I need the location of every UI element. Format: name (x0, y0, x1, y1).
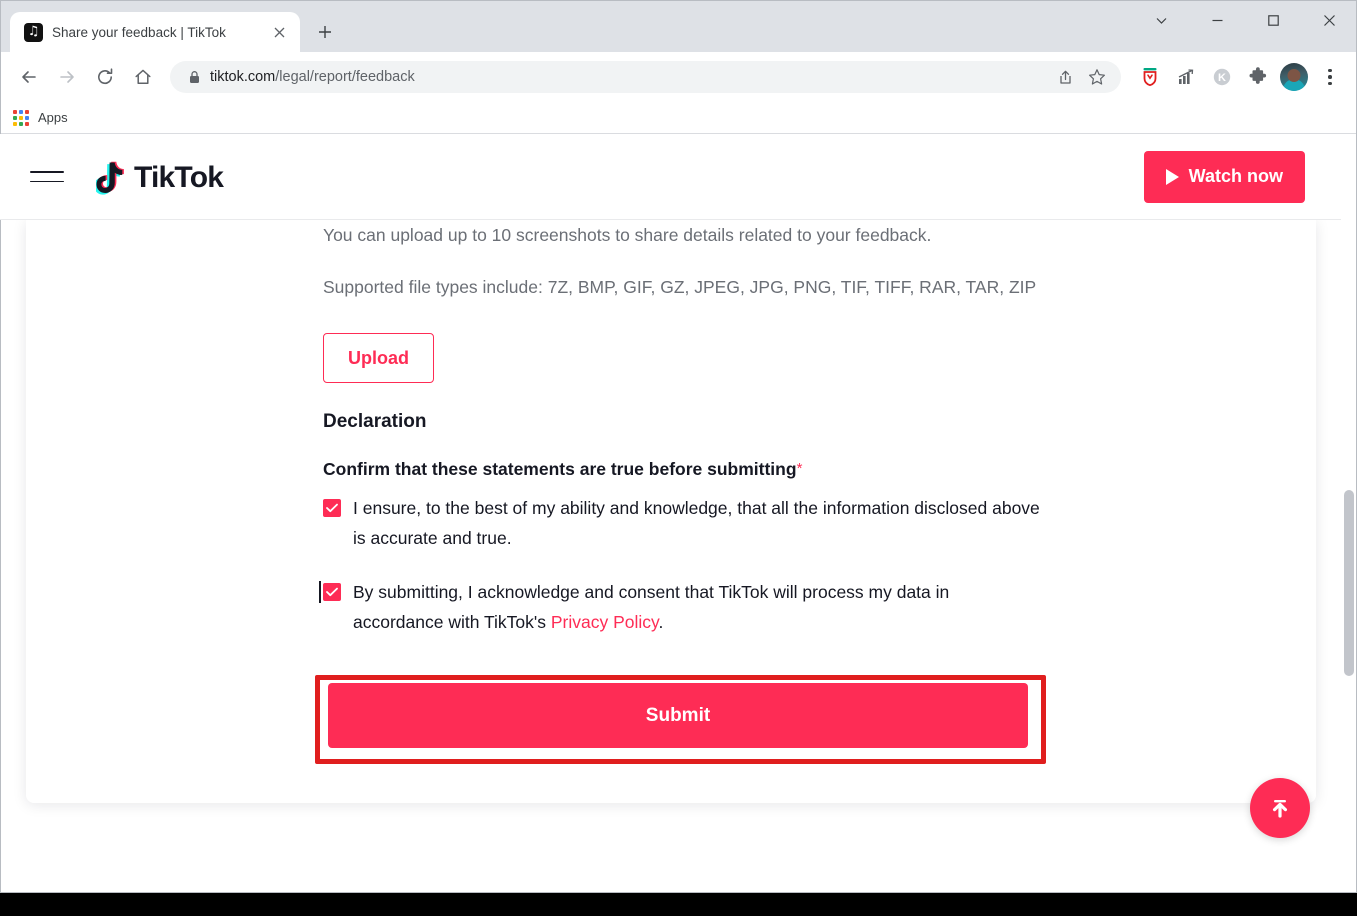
tiktok-wordmark: TikTok (134, 160, 224, 194)
upload-hint-text: You can upload up to 10 screenshots to s… (323, 225, 932, 245)
new-tab-button[interactable] (310, 17, 340, 47)
star-glyph (1089, 69, 1105, 85)
tiktok-site-header: TikTok Watch now (0, 134, 1341, 220)
declaration-checkbox-row-2[interactable]: By submitting, I acknowledge and consent… (319, 577, 1043, 637)
expand-button[interactable] (1133, 0, 1189, 40)
browser-tab[interactable]: ♫ Share your feedback | TikTok (10, 12, 300, 52)
browser-titlebar: ♫ Share your feedback | TikTok (0, 0, 1357, 52)
ublock-shield-icon[interactable] (1133, 60, 1167, 94)
page-background: You can upload up to 10 screenshots to s… (0, 220, 1341, 893)
maximize-button[interactable] (1245, 0, 1301, 40)
page-viewport: TikTok Watch now You can upload up to 10… (0, 134, 1357, 893)
puzzle-extensions-icon[interactable] (1241, 60, 1275, 94)
tiktok-note-logo (94, 158, 130, 196)
svg-text:K: K (1218, 72, 1226, 84)
upload-button[interactable]: Upload (323, 333, 434, 383)
plus-icon (319, 26, 331, 38)
apps-grid-icon[interactable] (12, 109, 30, 127)
submit-area: Submit (315, 675, 1046, 764)
kebab-menu-icon[interactable] (1313, 60, 1347, 94)
back-arrow-icon (22, 71, 36, 83)
kee-glyph: K (1213, 68, 1231, 86)
watch-now-button[interactable]: Watch now (1143, 150, 1305, 203)
bookmark-star-icon[interactable] (1081, 61, 1113, 93)
window-controls (1133, 0, 1357, 40)
lock-icon (184, 70, 204, 84)
kee-circle-icon[interactable]: K (1205, 60, 1239, 94)
consent-checkbox[interactable] (319, 581, 341, 603)
reload-icon (98, 68, 113, 85)
declaration-checkbox-row-1[interactable]: I ensure, to the best of my ability and … (323, 493, 1043, 553)
avatar[interactable] (1277, 60, 1311, 94)
address-bar[interactable]: tiktok.com/legal/report/feedback (170, 61, 1121, 93)
home-button[interactable] (124, 58, 162, 96)
home-icon (135, 69, 151, 85)
scrollbar-thumb[interactable] (1344, 490, 1354, 676)
browser-window: ♫ Share your feedback | TikTok tiktok.co… (0, 0, 1357, 916)
hamburger-menu-icon[interactable] (30, 162, 64, 192)
confirm-statements-label: Confirm that these statements are true b… (323, 459, 1043, 480)
chart-glyph (1178, 69, 1194, 84)
minimize-button[interactable] (1189, 0, 1245, 40)
checkmark-icon (326, 587, 338, 597)
consent-text-after: . (658, 612, 664, 632)
extension-icons: K (1133, 60, 1347, 94)
submit-button[interactable]: Submit (328, 683, 1028, 748)
consent-checkbox-label: By submitting, I acknowledge and consent… (353, 577, 1043, 637)
maximize-icon (1267, 14, 1279, 26)
tiktok-favicon: ♫ (24, 22, 43, 42)
form-content: You can upload up to 10 screenshots to s… (315, 220, 1046, 764)
share-icon[interactable] (1049, 61, 1081, 93)
scroll-to-top-icon (1273, 800, 1287, 818)
bookmarks-bar: Apps (0, 102, 1357, 134)
page-scrollbar[interactable] (1341, 134, 1357, 893)
shield-glyph (1143, 68, 1157, 87)
privacy-policy-link[interactable]: Privacy Policy (551, 612, 659, 632)
accuracy-checkbox-label: I ensure, to the best of my ability and … (353, 498, 1040, 548)
watch-now-label: Watch now (1188, 166, 1283, 186)
close-glyph (274, 27, 284, 37)
close-icon (1323, 14, 1335, 26)
accuracy-checkbox[interactable] (323, 499, 341, 517)
chevron-down-icon (1156, 17, 1166, 24)
taskbar (0, 893, 1357, 916)
forward-arrow-icon (60, 71, 74, 83)
tab-strip: ♫ Share your feedback | TikTok (0, 0, 340, 52)
window-close-button[interactable] (1301, 0, 1357, 40)
puzzle-glyph (1249, 67, 1267, 84)
tab-title: Share your feedback | TikTok (52, 24, 226, 40)
scroll-to-top-button[interactable] (1250, 778, 1310, 838)
play-icon (1165, 168, 1179, 185)
confirm-statements-text: Confirm that these statements are true b… (323, 459, 797, 479)
url-domain: tiktok.com (210, 69, 276, 85)
analytics-chart-icon[interactable] (1169, 60, 1203, 94)
url-text: tiktok.com/legal/report/feedback (204, 69, 1049, 85)
checkmark-icon (326, 503, 338, 513)
tiktok-note-glyph (94, 161, 124, 195)
required-asterisk: * (796, 460, 803, 477)
apps-bookmark-label[interactable]: Apps (38, 110, 68, 125)
browser-toolbar: tiktok.com/legal/report/feedback K (0, 52, 1357, 102)
declaration-heading: Declaration (323, 411, 427, 432)
back-button[interactable] (10, 58, 48, 96)
close-icon[interactable] (268, 21, 290, 43)
minimize-icon (1212, 19, 1222, 21)
forward-button[interactable] (48, 58, 86, 96)
share-glyph (1059, 70, 1071, 84)
lock-glyph (189, 71, 199, 83)
supported-types-text: Supported file types include: 7Z, BMP, G… (323, 277, 1037, 297)
feedback-form-card: You can upload up to 10 screenshots to s… (26, 220, 1316, 803)
tiktok-brand-logo[interactable]: TikTok (94, 158, 224, 196)
url-path: /legal/report/feedback (275, 69, 415, 85)
reload-button[interactable] (86, 58, 124, 96)
omnibox-actions (1049, 61, 1113, 93)
